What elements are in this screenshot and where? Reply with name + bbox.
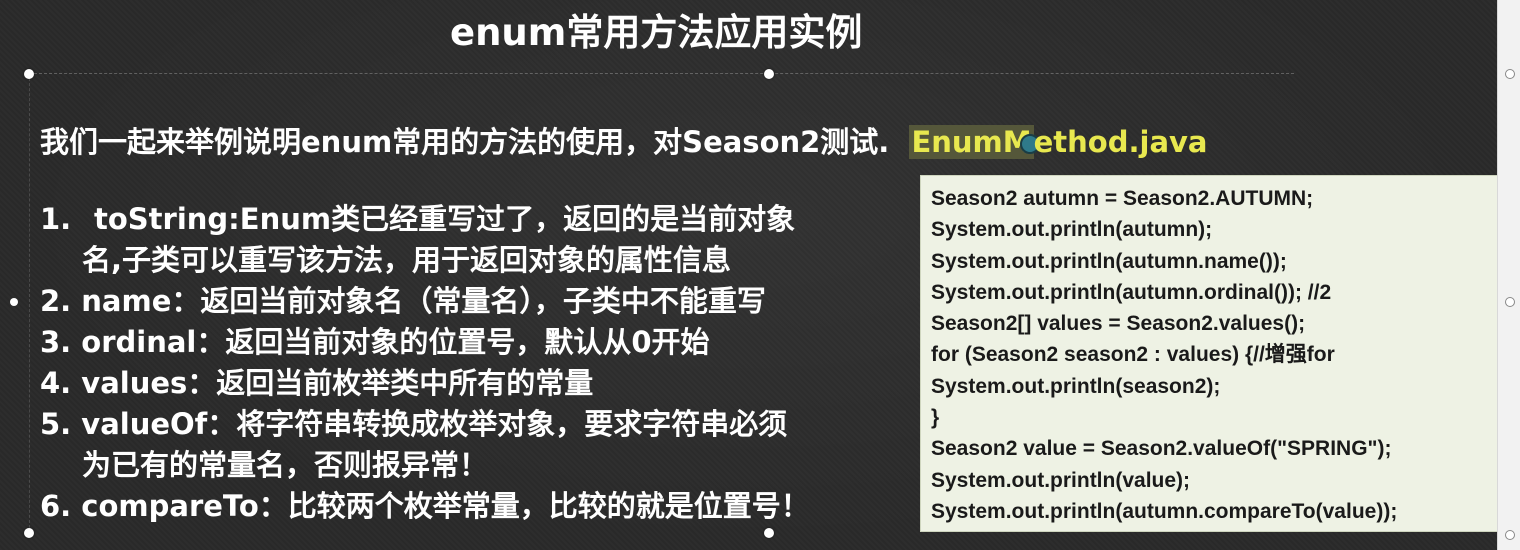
selection-border-left bbox=[29, 73, 30, 533]
resize-handle-top-middle[interactable] bbox=[764, 69, 774, 79]
side-panel bbox=[1497, 0, 1520, 550]
code-line: System.out.println(autumn.ordinal()); //… bbox=[931, 280, 1332, 304]
list-item: 3. ordinal：返回当前对象的位置号，默认从0开始 bbox=[40, 325, 710, 359]
resize-handle-bottom-middle[interactable] bbox=[764, 528, 774, 538]
intro-text[interactable]: 我们一起来举例说明enum常用的方法的使用，对Season2测试. EnumMe… bbox=[40, 121, 1207, 163]
slide-title[interactable]: enum常用方法应用实例 bbox=[450, 8, 895, 58]
filename-highlight: EnumM bbox=[909, 125, 1034, 159]
code-line: Season2 value = Season2.valueOf("SPRING"… bbox=[931, 437, 1392, 461]
list-item: 6. compareTo：比较两个枚举常量，比较的就是位置号！ bbox=[40, 489, 810, 523]
code-line: System.out.println(autumn.compareTo(valu… bbox=[931, 499, 1398, 523]
code-line: } bbox=[931, 406, 940, 430]
code-line: for (Season2 season2 : values) {//增强for bbox=[931, 343, 1335, 367]
bullet-dot bbox=[10, 298, 18, 306]
code-line: Season2[] values = Season2.values(); bbox=[931, 312, 1306, 336]
resize-handle-top-left[interactable] bbox=[24, 69, 34, 79]
resize-handle-right-bottom[interactable] bbox=[1505, 530, 1515, 540]
code-line: System.out.println(autumn); bbox=[931, 218, 1213, 242]
code-line: System.out.println(autumn.name()); bbox=[931, 249, 1287, 273]
code-line: Season2 autumn = Season2.AUTUMN; bbox=[931, 187, 1314, 210]
code-line: System.out.println(value); bbox=[931, 468, 1191, 492]
filename-text: EnumMethod.java bbox=[909, 125, 1207, 159]
selection-border bbox=[29, 73, 1294, 74]
code-box[interactable]: Season2 autumn = Season2.AUTUMN; System.… bbox=[920, 175, 1510, 532]
resize-handle-bottom-left[interactable] bbox=[24, 528, 34, 538]
resize-handle-right-middle[interactable] bbox=[1505, 297, 1515, 307]
code-line: System.out.println(season2); bbox=[931, 374, 1221, 398]
list-item: 2. name：返回当前对象名（常量名），子类中不能重写 bbox=[40, 284, 766, 318]
list-item-continuation: 为已有的常量名，否则报异常！ bbox=[82, 448, 489, 482]
list-item: 4. values：返回当前枚举类中所有的常量 bbox=[40, 366, 594, 400]
list-item: 5. valueOf：将字符串转换成枚举对象，要求字符串必须 bbox=[40, 407, 788, 441]
resize-handle-right-top[interactable] bbox=[1505, 69, 1515, 79]
slide-canvas[interactable]: enum常用方法应用实例 我们一起来举例说明enum常用的方法的使用，对Seas… bbox=[0, 0, 1510, 550]
method-list[interactable]: 1. toString:Enum类已经重写过了，返回的是当前对象 名,子类可以重写… bbox=[40, 199, 920, 527]
filename-rest: ethod.java bbox=[1033, 125, 1208, 159]
list-item-continuation: 名,子类可以重写该方法，用于返回对象的属性信息 bbox=[82, 243, 732, 277]
list-item: 1. toString:Enum类已经重写过了，返回的是当前对象 bbox=[40, 202, 796, 236]
intro-sentence: 我们一起来举例说明enum常用的方法的使用，对Season2测试. bbox=[40, 125, 890, 159]
